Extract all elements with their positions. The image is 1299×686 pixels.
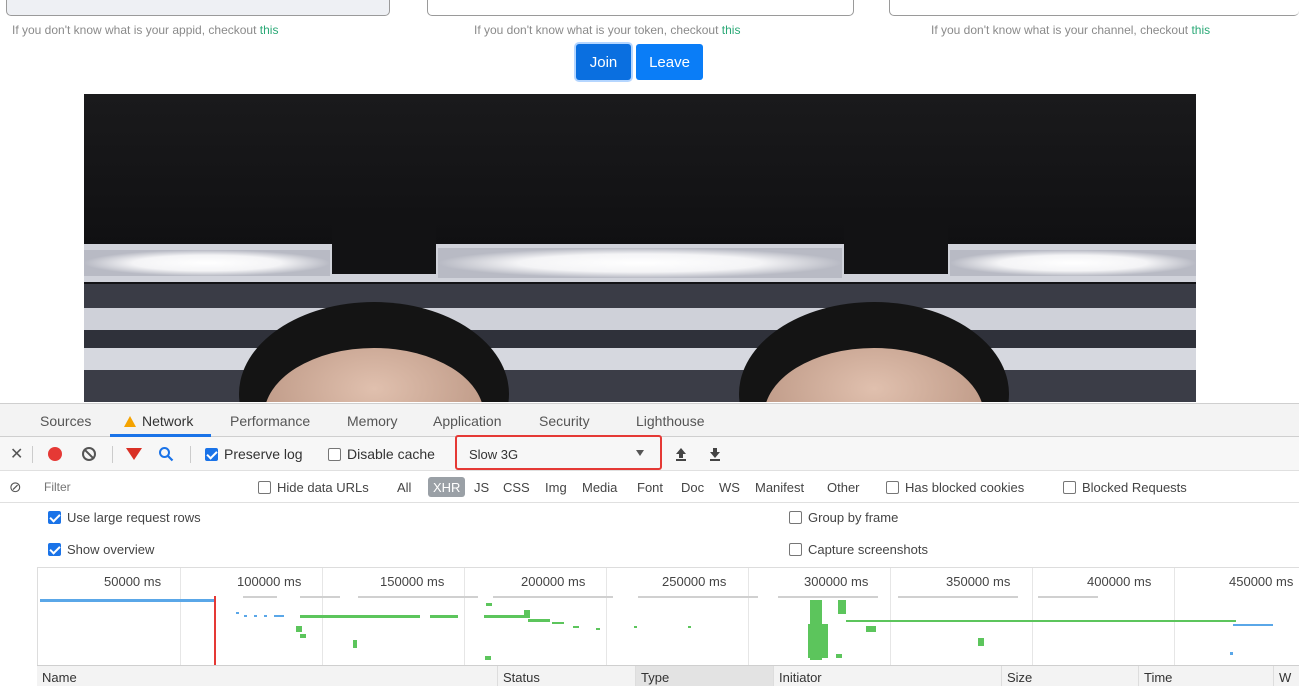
checkbox-unchecked-icon <box>789 542 802 556</box>
network-overview[interactable]: 50000 ms 100000 ms 150000 ms 200000 ms 2… <box>37 567 1299 666</box>
channel-help-link[interactable]: this <box>1191 23 1210 37</box>
record-button[interactable] <box>48 437 62 471</box>
tab-performance[interactable]: Performance <box>230 413 310 429</box>
leave-button[interactable]: Leave <box>636 44 703 80</box>
toolbar-divider <box>190 446 191 463</box>
checkbox-unchecked-icon <box>1063 480 1076 494</box>
checkbox-checked-icon <box>205 447 218 461</box>
video-frame <box>84 94 1196 402</box>
throttle-highlight <box>455 435 662 470</box>
type-all[interactable]: All <box>397 471 411 503</box>
tab-lighthouse[interactable]: Lighthouse <box>636 413 705 429</box>
filter-bar: Hide data URLs All XHR JS CSS Img Media … <box>0 471 1299 503</box>
type-css[interactable]: CSS <box>503 471 530 503</box>
overview-waterfall <box>40 596 1273 666</box>
has-blocked-cookies-checkbox[interactable]: Has blocked cookies <box>886 471 1024 503</box>
toolbar-divider <box>112 446 113 463</box>
checkbox-unchecked-icon <box>789 510 802 524</box>
appid-input-frame[interactable] <box>6 0 390 16</box>
group-by-frame-checkbox[interactable]: Group by frame <box>789 507 898 527</box>
show-overview-checkbox[interactable]: Show overview <box>48 539 154 559</box>
export-har-button[interactable] <box>708 437 722 471</box>
type-xhr[interactable]: XHR <box>428 477 466 497</box>
type-font[interactable]: Font <box>637 471 663 503</box>
checkbox-unchecked-icon <box>258 480 271 494</box>
network-settings: Use large request rows Show overview Gro… <box>0 503 1299 567</box>
type-other[interactable]: Other <box>827 471 860 503</box>
capture-screenshots-checkbox[interactable]: Capture screenshots <box>789 539 928 559</box>
filter-toggle-button[interactable] <box>126 437 142 471</box>
join-button[interactable]: Join <box>576 44 631 80</box>
token-input-frame[interactable] <box>427 0 854 16</box>
warning-icon <box>124 416 136 427</box>
type-media[interactable]: Media <box>582 471 617 503</box>
token-help: If you don't know what is your token, ch… <box>474 23 741 37</box>
checkbox-unchecked-icon <box>328 447 341 461</box>
tab-network[interactable]: Network <box>124 413 193 429</box>
download-icon <box>710 448 720 461</box>
tab-memory[interactable]: Memory <box>347 413 398 429</box>
channel-help: If you don't know what is your channel, … <box>931 23 1211 37</box>
type-manifest[interactable]: Manifest <box>755 471 804 503</box>
record-icon <box>48 447 62 461</box>
checkbox-checked-icon <box>48 510 61 524</box>
appid-help: If you don't know what is your appid, ch… <box>12 23 279 37</box>
block-icon[interactable]: ⊘ <box>9 478 22 496</box>
import-har-button[interactable] <box>674 437 688 471</box>
disable-cache-checkbox[interactable]: Disable cache <box>328 437 435 471</box>
upload-icon <box>676 448 686 461</box>
column-name[interactable]: Name <box>37 666 497 686</box>
column-initiator[interactable]: Initiator <box>773 666 1001 686</box>
blocked-requests-checkbox[interactable]: Blocked Requests <box>1063 471 1187 503</box>
preserve-log-checkbox[interactable]: Preserve log <box>205 437 303 471</box>
search-icon <box>159 447 174 462</box>
tab-application[interactable]: Application <box>433 413 502 429</box>
drawer-sidebar: ⊘ <box>0 437 37 686</box>
type-ws[interactable]: WS <box>719 471 740 503</box>
column-time[interactable]: Time <box>1138 666 1273 686</box>
clear-button[interactable] <box>82 437 96 471</box>
type-img[interactable]: Img <box>545 471 567 503</box>
hide-data-urls-checkbox[interactable]: Hide data URLs <box>258 471 369 503</box>
appid-help-link[interactable]: this <box>260 23 279 37</box>
channel-input-frame[interactable] <box>889 0 1299 16</box>
checkbox-unchecked-icon <box>886 480 899 494</box>
clear-icon <box>82 447 96 461</box>
tab-sources[interactable]: Sources <box>40 413 91 429</box>
column-type[interactable]: Type <box>635 666 773 686</box>
filter-input[interactable] <box>38 475 242 499</box>
use-large-rows-checkbox[interactable]: Use large request rows <box>48 507 201 527</box>
tab-security[interactable]: Security <box>539 413 590 429</box>
token-help-link[interactable]: this <box>722 23 741 37</box>
devtools-tabbar: Sources Network Performance Memory Appli… <box>0 404 1299 437</box>
type-js[interactable]: JS <box>474 471 489 503</box>
type-doc[interactable]: Doc <box>681 471 704 503</box>
requests-table-header: Name Status Type Initiator Size Time W <box>37 665 1299 686</box>
column-waterfall[interactable]: W <box>1273 666 1299 686</box>
column-size[interactable]: Size <box>1001 666 1138 686</box>
column-status[interactable]: Status <box>497 666 635 686</box>
checkbox-checked-icon <box>48 542 61 556</box>
local-video <box>84 94 1196 402</box>
search-button[interactable] <box>158 437 174 471</box>
filter-icon <box>126 448 142 460</box>
